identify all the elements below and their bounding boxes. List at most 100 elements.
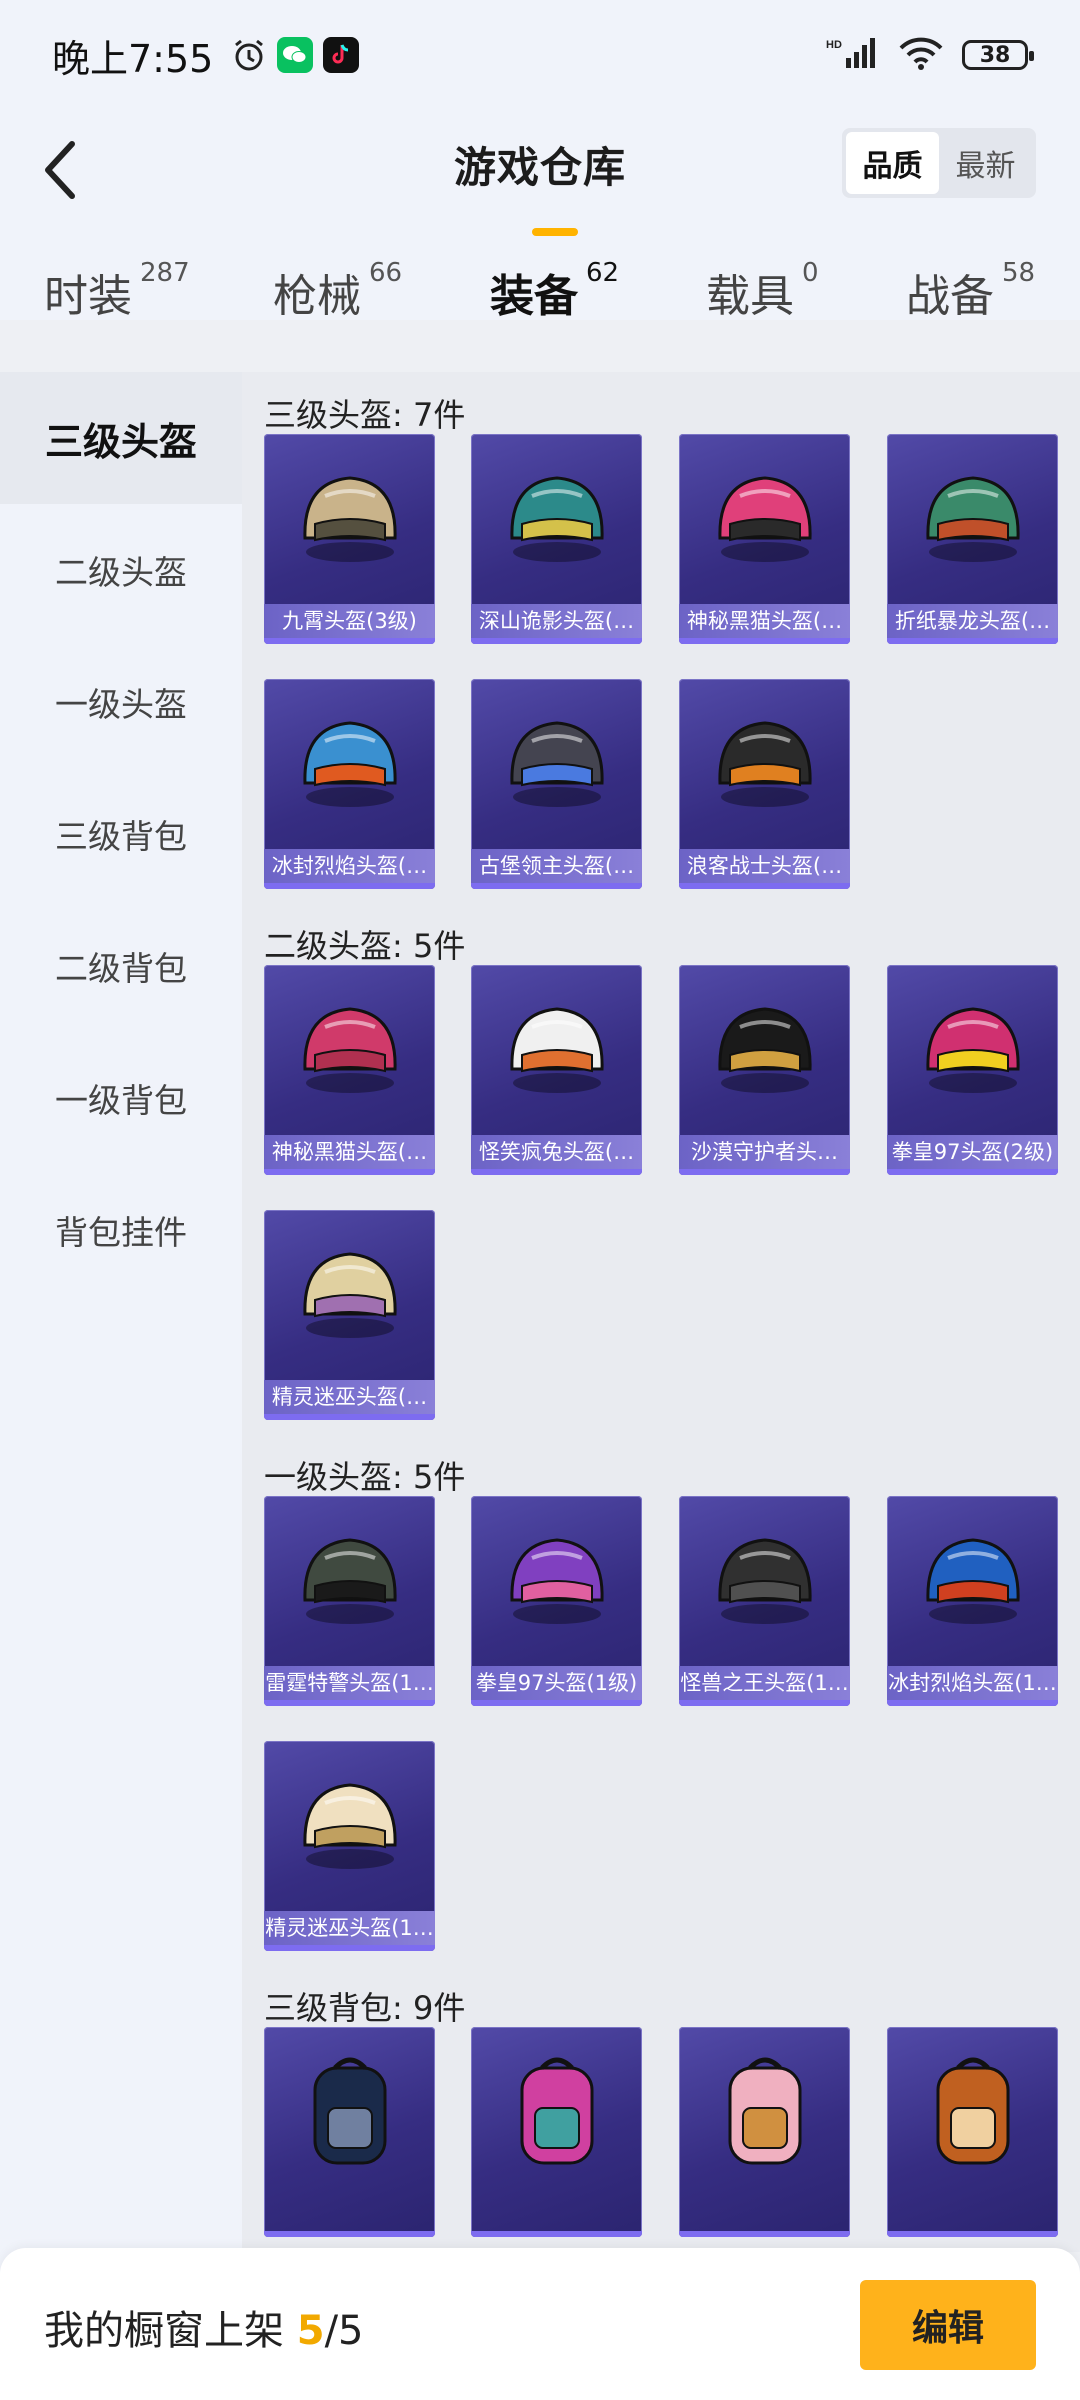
item-name: 拳皇97头盔(2级) bbox=[887, 1135, 1058, 1169]
item-card[interactable]: 折纸暴龙头盔(… bbox=[887, 434, 1058, 644]
svg-text:HD: HD bbox=[826, 39, 842, 51]
helmet-icon bbox=[887, 965, 1058, 1137]
helmet-icon bbox=[471, 965, 642, 1137]
item-card[interactable]: 冰封烈焰头盔(1… bbox=[887, 1496, 1058, 1706]
item-card[interactable]: 浪客战士头盔(… bbox=[679, 679, 850, 889]
item-name: 深山诡影头盔(… bbox=[471, 604, 642, 638]
item-name: 浪客战士头盔(… bbox=[679, 849, 850, 883]
helmet-icon bbox=[679, 965, 850, 1137]
showcase-text: 我的橱窗上架 bbox=[44, 2308, 284, 2354]
shelf-count: 5 bbox=[296, 2308, 325, 2354]
item-name: 折纸暴龙头盔(… bbox=[887, 604, 1058, 638]
sidebar-item-level1-helmet[interactable]: 一级头盔 bbox=[0, 636, 242, 768]
rarity-bar bbox=[471, 2231, 642, 2237]
rarity-bar bbox=[471, 1700, 642, 1706]
item-card[interactable]: 古堡领主头盔(… bbox=[471, 679, 642, 889]
showcase-label: 我的橱窗上架 5/5 bbox=[44, 2298, 364, 2356]
item-name: 怪兽之王头盔(1… bbox=[679, 1666, 850, 1700]
rarity-bar bbox=[264, 1169, 435, 1175]
tab-label: 枪械 bbox=[273, 271, 361, 322]
tab-count: 0 bbox=[802, 258, 819, 288]
item-card[interactable] bbox=[887, 2027, 1058, 2237]
sidebar-item-backpack-charm[interactable]: 背包挂件 bbox=[0, 1164, 242, 1296]
rarity-bar bbox=[887, 1169, 1058, 1175]
signal-icon: HD bbox=[826, 36, 880, 74]
tab-vehicles[interactable]: 载具 0 bbox=[706, 258, 819, 324]
helmet-icon bbox=[887, 434, 1058, 606]
item-card[interactable]: 怪笑疯兔头盔(… bbox=[471, 965, 642, 1175]
rarity-bar bbox=[264, 883, 435, 889]
tab-equipment[interactable]: 装备 62 bbox=[490, 258, 620, 324]
rarity-bar bbox=[887, 1700, 1058, 1706]
tab-count: 58 bbox=[1002, 258, 1036, 288]
status-bar: 晚上7:55 HD 38 bbox=[0, 0, 1080, 110]
wifi-icon bbox=[898, 36, 944, 74]
item-card[interactable]: 拳皇97头盔(2级) bbox=[887, 965, 1058, 1175]
tab-label: 战备 bbox=[906, 271, 994, 322]
rarity-bar bbox=[264, 1945, 435, 1951]
item-card[interactable]: 冰封烈焰头盔(… bbox=[264, 679, 435, 889]
backpack-icon bbox=[679, 2027, 850, 2199]
sidebar-item-level3-backpack[interactable]: 三级背包 bbox=[0, 768, 242, 900]
helmet-icon bbox=[264, 1496, 435, 1668]
item-card[interactable]: 怪兽之王头盔(1… bbox=[679, 1496, 850, 1706]
rarity-bar bbox=[679, 1700, 850, 1706]
sidebar: 三级头盔 二级头盔 一级头盔 三级背包 二级背包 一级背包 背包挂件 bbox=[0, 372, 242, 2372]
item-name: 九霄头盔(3级) bbox=[264, 604, 435, 638]
item-name: 神秘黑猫头盔(… bbox=[679, 604, 850, 638]
item-name: 拳皇97头盔(1级) bbox=[471, 1666, 642, 1700]
rarity-bar bbox=[471, 883, 642, 889]
sidebar-item-level2-backpack[interactable]: 二级背包 bbox=[0, 900, 242, 1032]
item-card[interactable]: 沙漠守护者头… bbox=[679, 965, 850, 1175]
item-name: 雷霆特警头盔(1… bbox=[264, 1666, 435, 1700]
backpack-icon bbox=[471, 2027, 642, 2199]
item-card[interactable]: 雷霆特警头盔(1… bbox=[264, 1496, 435, 1706]
item-card[interactable] bbox=[679, 2027, 850, 2237]
tab-gear[interactable]: 战备 58 bbox=[906, 258, 1036, 324]
tiktok-icon bbox=[323, 37, 360, 73]
sidebar-item-level2-helmet[interactable]: 二级头盔 bbox=[0, 504, 242, 636]
item-card[interactable]: 九霄头盔(3级) bbox=[264, 434, 435, 644]
sort-quality-button[interactable]: 品质 bbox=[846, 132, 939, 194]
sidebar-item-level3-helmet[interactable]: 三级头盔 bbox=[0, 372, 242, 504]
sidebar-item-level1-backpack[interactable]: 一级背包 bbox=[0, 1032, 242, 1164]
helmet-icon bbox=[471, 679, 642, 851]
rarity-bar bbox=[679, 2231, 850, 2237]
helmet-icon bbox=[887, 1496, 1058, 1668]
rarity-bar bbox=[264, 638, 435, 644]
tab-count: 66 bbox=[369, 258, 403, 288]
item-card[interactable]: 精灵迷巫头盔(1… bbox=[264, 1741, 435, 1951]
helmet-icon bbox=[264, 679, 435, 851]
rarity-bar bbox=[471, 638, 642, 644]
tab-fashion[interactable]: 时装 287 bbox=[44, 258, 190, 324]
edit-button[interactable]: 编辑 bbox=[860, 2280, 1036, 2370]
tab-label: 载具 bbox=[706, 271, 794, 322]
helmet-icon bbox=[264, 965, 435, 1137]
rarity-bar bbox=[264, 1700, 435, 1706]
item-name: 精灵迷巫头盔(… bbox=[264, 1380, 435, 1414]
helmet-icon bbox=[264, 434, 435, 606]
tab-count: 62 bbox=[586, 258, 620, 288]
helmet-icon bbox=[679, 679, 850, 851]
rarity-bar bbox=[264, 1414, 435, 1420]
showcase-footer: 我的橱窗上架 5/5 编辑 bbox=[0, 2248, 1080, 2400]
item-card[interactable]: 拳皇97头盔(1级) bbox=[471, 1496, 642, 1706]
active-tab-indicator bbox=[532, 228, 578, 236]
item-card[interactable] bbox=[471, 2027, 642, 2237]
rarity-bar bbox=[471, 1169, 642, 1175]
item-name: 冰封烈焰头盔(… bbox=[264, 849, 435, 883]
rarity-bar bbox=[679, 638, 850, 644]
tab-label: 时装 bbox=[44, 271, 132, 322]
item-card[interactable]: 精灵迷巫头盔(… bbox=[264, 1210, 435, 1420]
item-card[interactable]: 神秘黑猫头盔(… bbox=[679, 434, 850, 644]
item-card[interactable]: 深山诡影头盔(… bbox=[471, 434, 642, 644]
item-card[interactable] bbox=[264, 2027, 435, 2237]
sort-newest-button[interactable]: 最新 bbox=[939, 132, 1032, 194]
item-name: 古堡领主头盔(… bbox=[471, 849, 642, 883]
rarity-bar bbox=[679, 883, 850, 889]
item-name: 神秘黑猫头盔(… bbox=[264, 1135, 435, 1169]
tab-guns[interactable]: 枪械 66 bbox=[273, 258, 403, 324]
item-name: 冰封烈焰头盔(1… bbox=[887, 1666, 1058, 1700]
item-card[interactable]: 神秘黑猫头盔(… bbox=[264, 965, 435, 1175]
app-header: 游戏仓库 品质 最新 时装 287 枪械 66 装备 62 载具 0 战备 58 bbox=[0, 110, 1080, 322]
